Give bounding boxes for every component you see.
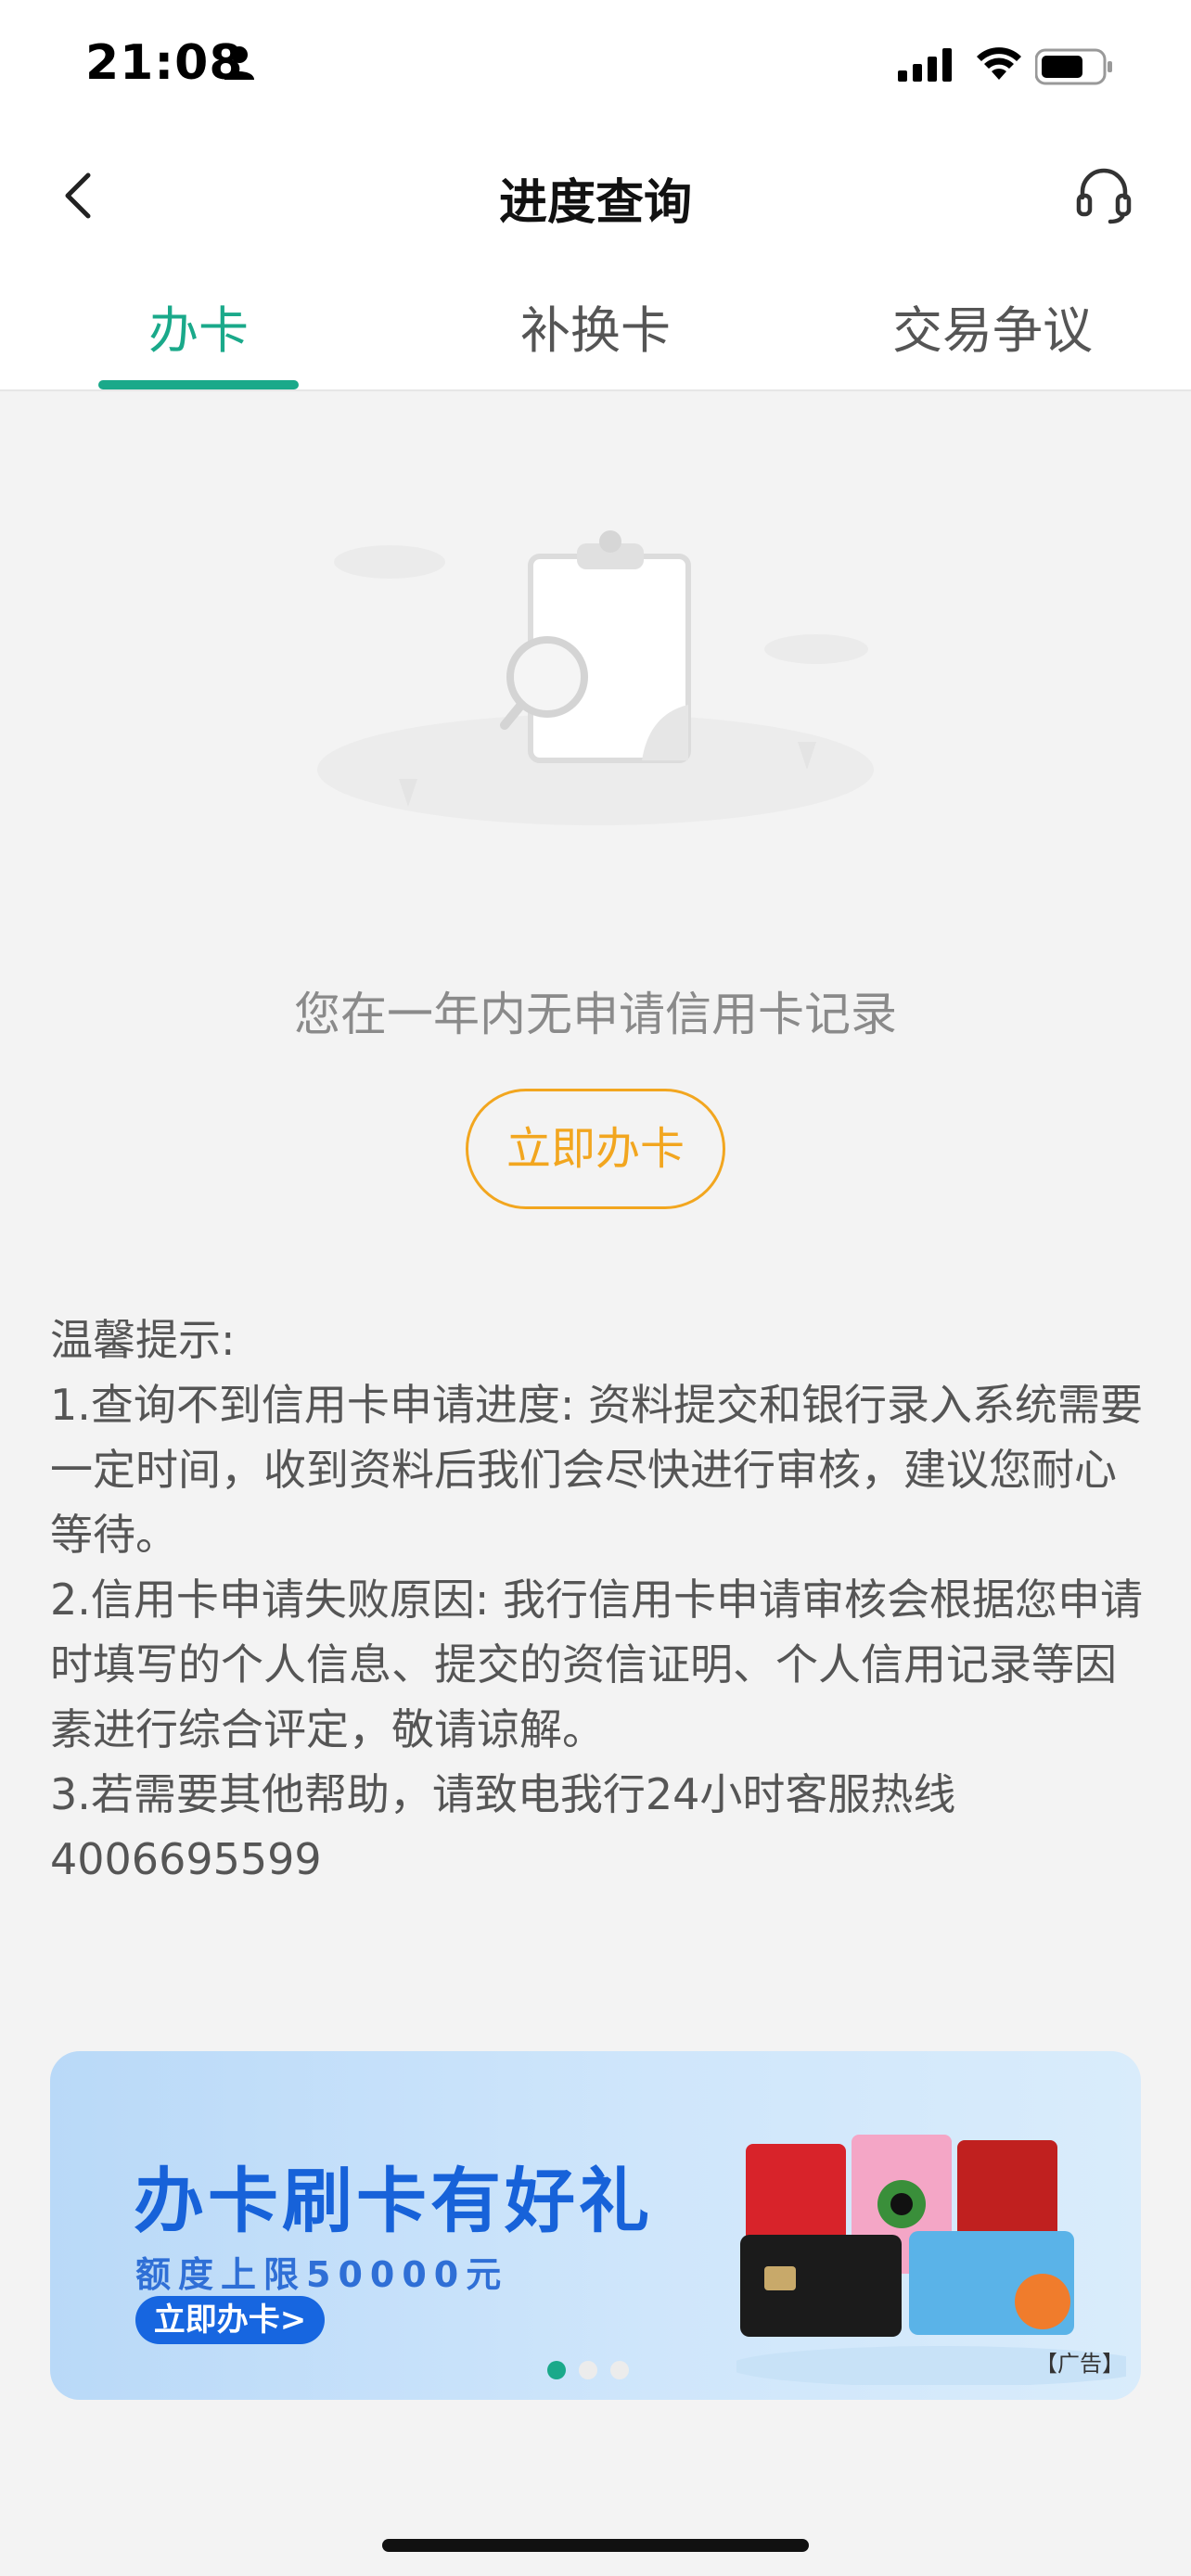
tips-heading: 温馨提示:: [50, 1315, 236, 1365]
tip-item: 3.若需要其他帮助，请致电我行24小时客服热线4006695599: [50, 1769, 956, 1884]
carousel-dot[interactable]: [579, 2361, 597, 2379]
tab-apply-card[interactable]: 办卡: [59, 289, 338, 363]
tip-item: 2.信用卡申请失败原因: 我行信用卡申请审核会根据您申请时填写的个人信息、提交的…: [50, 1575, 1144, 1754]
battery-icon: [1034, 48, 1115, 89]
carousel-dot[interactable]: [610, 2361, 629, 2379]
person-icon: [223, 45, 256, 85]
wifi-icon: [974, 45, 1024, 85]
home-indicator: [382, 2539, 809, 2552]
empty-state-message: 您在一年内无申请信用卡记录: [294, 988, 897, 1041]
banner-subtitle: 额度上限50000元: [135, 2254, 509, 2295]
cellular-signal-icon: [898, 48, 955, 85]
carousel-pagination: [547, 2361, 629, 2379]
status-time: 21:08: [85, 35, 244, 91]
apply-card-button[interactable]: 立即办卡: [466, 1089, 725, 1209]
carousel-dot[interactable]: [547, 2361, 566, 2379]
status-bar: 21:08: [0, 0, 1191, 139]
promo-banner[interactable]: 办卡刷卡有好礼 额度上限50000元 立即办卡> 【广告】: [50, 2051, 1141, 2400]
empty-state-illustration: [278, 519, 913, 872]
tips-section: 温馨提示: 1.查询不到信用卡申请进度: 资料提交和银行录入系统需要一定时间，收…: [50, 1307, 1145, 1892]
tab-replace-card[interactable]: 补换卡: [456, 289, 735, 363]
nav-bar: 进度查询: [0, 139, 1191, 250]
active-tab-indicator: [98, 380, 299, 389]
page-title: 进度查询: [498, 175, 692, 231]
ad-label: 【广告】: [1035, 2351, 1124, 2377]
tab-bar: 办卡 补换卡 交易争议: [0, 250, 1191, 391]
tab-transaction-dispute[interactable]: 交易争议: [853, 289, 1132, 363]
customer-service-button[interactable]: [1069, 159, 1139, 230]
banner-title: 办卡刷卡有好礼: [134, 2160, 653, 2242]
banner-apply-button[interactable]: 立即办卡>: [135, 2296, 325, 2344]
headset-icon: [1076, 168, 1132, 224]
tip-item: 1.查询不到信用卡申请进度: 资料提交和银行录入系统需要一定时间，收到资料后我们…: [50, 1380, 1144, 1560]
